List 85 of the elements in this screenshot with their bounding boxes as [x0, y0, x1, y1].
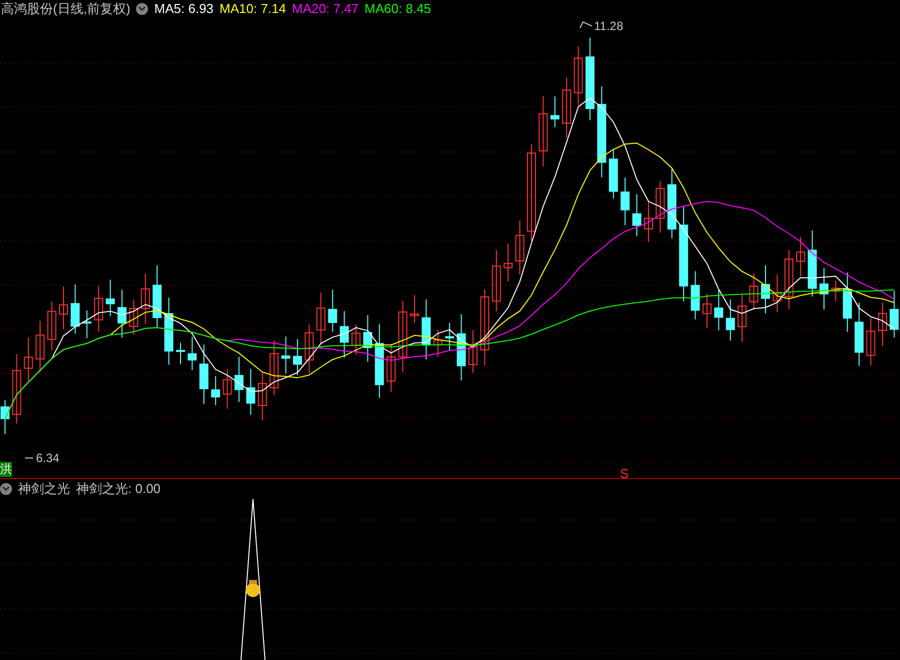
- stock-title: 高鸿股份(日线,前复权): [1, 0, 130, 18]
- candlestick: [24, 337, 33, 384]
- moving-average-value: MA10: 7.14: [220, 0, 286, 18]
- candlestick: [352, 324, 360, 356]
- indicator-value: 神剑之光: 0.00: [76, 480, 161, 498]
- candlestick: [211, 376, 220, 406]
- candlestick: [304, 324, 314, 374]
- candlestick: [445, 322, 454, 351]
- moving-average-value: MA5: 6.93: [154, 0, 214, 18]
- candlestick: [492, 250, 501, 312]
- candlestick: [820, 268, 828, 310]
- money-bag-icon: [246, 580, 260, 597]
- candlestick: [772, 274, 782, 313]
- candlestick: [538, 95, 548, 167]
- candlestick: [188, 336, 197, 371]
- candlestick: [258, 372, 267, 421]
- candlestick: [574, 46, 583, 106]
- candlestick: [340, 310, 349, 358]
- leader-line: [580, 21, 592, 28]
- candlestick: [386, 343, 396, 393]
- candlestick: [422, 298, 431, 360]
- candlestick: [738, 294, 747, 342]
- candlestick: [410, 294, 419, 324]
- candlestick: [36, 320, 45, 373]
- candlestick: [608, 148, 618, 200]
- candlestick: [854, 302, 864, 366]
- candlestick: [468, 330, 478, 374]
- moving-average-value: MA20: 7.47: [292, 0, 359, 18]
- candlestick: [152, 265, 162, 328]
- candlestick: [270, 340, 279, 396]
- candlestick: [70, 284, 80, 334]
- candlestick: [47, 301, 56, 351]
- candlestick: [293, 338, 302, 376]
- candlestick: [433, 329, 442, 358]
- candlestick: [106, 279, 115, 317]
- candlestick: [328, 289, 338, 332]
- candlestick: [550, 96, 560, 128]
- candlestick: [199, 344, 208, 405]
- candlestick: [690, 270, 700, 320]
- candlestick: [12, 354, 22, 424]
- candlestick: [632, 194, 642, 237]
- candlestick: [656, 180, 665, 234]
- candlestick: [515, 220, 524, 276]
- candlestick: [82, 310, 92, 339]
- candlestick: [726, 298, 735, 342]
- candlestick: [246, 368, 256, 416]
- candlestick: [504, 243, 513, 282]
- candlestick: [59, 286, 68, 330]
- candlestick: [281, 336, 290, 374]
- candlestick: [842, 272, 852, 332]
- buy-signal-marker: 洪: [0, 462, 12, 477]
- candlestick: [562, 77, 572, 138]
- candlestick: [620, 177, 630, 226]
- candlestick: [456, 314, 466, 381]
- candlestick: [784, 250, 794, 310]
- candlestick: [164, 297, 174, 366]
- candlestick: [94, 285, 104, 332]
- candlestick: [808, 230, 817, 298]
- candlestick: [0, 399, 10, 435]
- moving-average-value: MA60: 8.45: [364, 0, 432, 18]
- candlestick: [890, 290, 899, 338]
- candlestick: [866, 317, 876, 366]
- candlestick: [129, 298, 138, 336]
- sell-signal-marker: S: [620, 466, 629, 478]
- chevron-down-icon[interactable]: [136, 3, 148, 15]
- candlestick: [140, 273, 150, 324]
- chevron-down-icon[interactable]: [0, 483, 12, 495]
- low-price-label: 6.34: [36, 451, 60, 465]
- candlestick: [714, 289, 724, 331]
- candlestick: [749, 273, 758, 310]
- candlestick: [644, 201, 653, 242]
- candlestick: [118, 289, 126, 338]
- indicator-name: 神剑之光: [18, 480, 70, 498]
- high-price-label: 11.28: [594, 19, 624, 33]
- candlestick: [796, 236, 806, 276]
- candlestick: [878, 302, 887, 346]
- candlestick: [667, 168, 676, 239]
- candlestick: [176, 342, 185, 365]
- candlestick: [761, 264, 770, 314]
- candlestick: [831, 280, 840, 302]
- candlestick: [222, 368, 232, 410]
- candlestick: [234, 356, 244, 402]
- candlestick: [316, 292, 326, 345]
- candlestick: [363, 314, 372, 362]
- candlestick: [702, 294, 712, 328]
